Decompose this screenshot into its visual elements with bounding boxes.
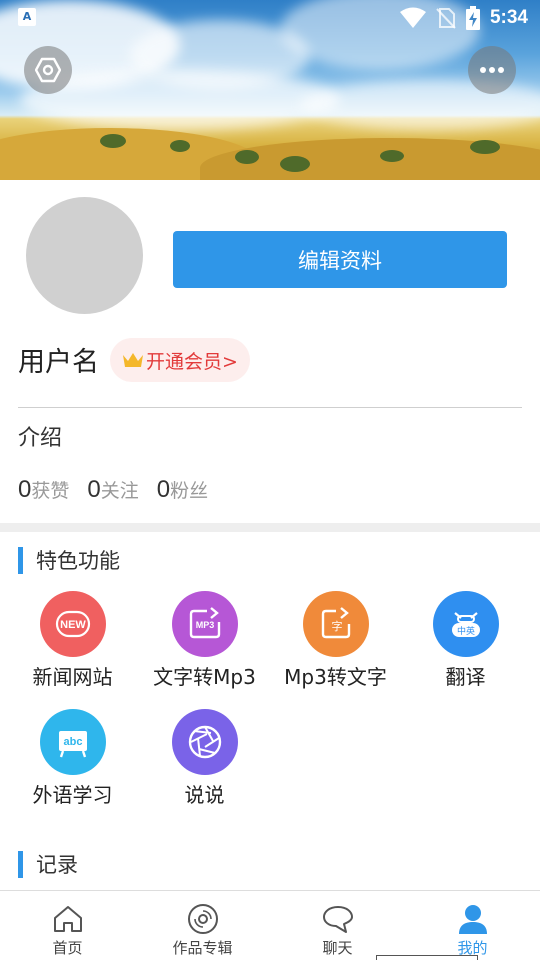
- stat-followers[interactable]: 0粉丝: [157, 476, 208, 504]
- feature-label: Mp3转文字: [284, 665, 387, 689]
- album-disc-icon: [186, 902, 220, 936]
- feature-label: 翻译: [445, 665, 486, 689]
- stat-count: 0: [156, 476, 171, 503]
- status-icons: 5:34: [399, 6, 528, 30]
- features-section-title: 特色功能: [18, 545, 120, 575]
- stat-count: 0: [18, 476, 32, 503]
- records-section-title: 记录: [18, 849, 78, 879]
- crown-icon: [123, 353, 143, 367]
- app-notification-icon: A: [18, 8, 36, 26]
- feature-translate[interactable]: 中英 翻译: [400, 591, 531, 690]
- avatar[interactable]: [26, 197, 143, 314]
- vip-label: 开通会员>: [146, 350, 238, 373]
- home-icon: [51, 902, 85, 936]
- status-bar: A 5:34: [0, 0, 540, 36]
- section-accent-bar: [18, 850, 23, 878]
- stat-likes[interactable]: 0获赞: [18, 476, 69, 504]
- chat-bubble-icon: [321, 902, 355, 936]
- stat-following[interactable]: 0关注: [87, 476, 138, 504]
- foreign-language-icon: abc: [39, 709, 106, 775]
- svg-text:字: 字: [331, 619, 342, 633]
- feature-moments[interactable]: 说说: [139, 709, 270, 808]
- svg-text:abc: abc: [63, 736, 82, 748]
- bottom-nav: 首页 作品专辑 聊天 我的: [0, 890, 540, 960]
- svg-text:NEW: NEW: [60, 619, 86, 631]
- section-title-text: 特色功能: [36, 549, 120, 573]
- mp3-to-text-icon: 字: [302, 591, 369, 657]
- settings-icon: [35, 57, 61, 83]
- battery-charging-icon: [465, 6, 480, 30]
- popup-edge: [376, 955, 478, 960]
- feature-foreign-language[interactable]: abc 外语学习: [7, 709, 138, 808]
- nav-chat[interactable]: 聊天: [270, 891, 405, 960]
- svg-text:中英: 中英: [456, 625, 474, 637]
- nav-album[interactable]: 作品专辑: [135, 891, 270, 960]
- wifi-icon: [399, 7, 426, 28]
- feature-label: 说说: [184, 783, 225, 807]
- feature-news-site[interactable]: NEW 新闻网站: [7, 591, 138, 690]
- divider: [18, 407, 522, 408]
- feature-label: 文字转Mp3: [153, 665, 256, 689]
- username: 用户名: [18, 347, 99, 378]
- feature-label: 新闻网站: [32, 665, 113, 689]
- svg-text:MP3: MP3: [195, 620, 214, 630]
- feature-label: 外语学习: [32, 783, 113, 807]
- shutter-icon: [171, 709, 238, 775]
- section-accent-bar: [18, 546, 23, 574]
- nav-label: 聊天: [322, 939, 353, 957]
- vip-membership-button[interactable]: 开通会员>: [110, 338, 250, 382]
- more-icon: [480, 67, 504, 73]
- edit-profile-button[interactable]: 编辑资料: [173, 231, 507, 288]
- no-sim-icon: [436, 8, 456, 29]
- stat-label: 粉丝: [170, 480, 209, 502]
- feature-mp3-to-text[interactable]: 字 Mp3转文字: [270, 591, 401, 690]
- status-time: 5:34: [489, 7, 528, 28]
- nav-home[interactable]: 首页: [0, 891, 135, 960]
- feature-text-to-mp3[interactable]: MP3 文字转Mp3: [139, 591, 270, 690]
- nav-label: 作品专辑: [172, 939, 233, 957]
- person-icon: [456, 902, 490, 936]
- stat-label: 关注: [100, 480, 139, 502]
- intro-label: 介绍: [18, 426, 63, 451]
- translate-icon: 中英: [432, 591, 499, 657]
- profile-stats: 0获赞 0关注 0粉丝: [18, 476, 208, 504]
- stat-count: 0: [87, 476, 101, 503]
- section-separator: [0, 523, 540, 532]
- stat-label: 获赞: [31, 480, 70, 502]
- nav-mine[interactable]: 我的: [405, 891, 540, 960]
- section-title-text: 记录: [36, 853, 78, 877]
- nav-label: 首页: [52, 939, 83, 957]
- text-to-mp3-icon: MP3: [171, 591, 238, 657]
- settings-button[interactable]: [24, 46, 72, 94]
- news-icon: NEW: [39, 591, 106, 657]
- more-button[interactable]: [468, 46, 516, 94]
